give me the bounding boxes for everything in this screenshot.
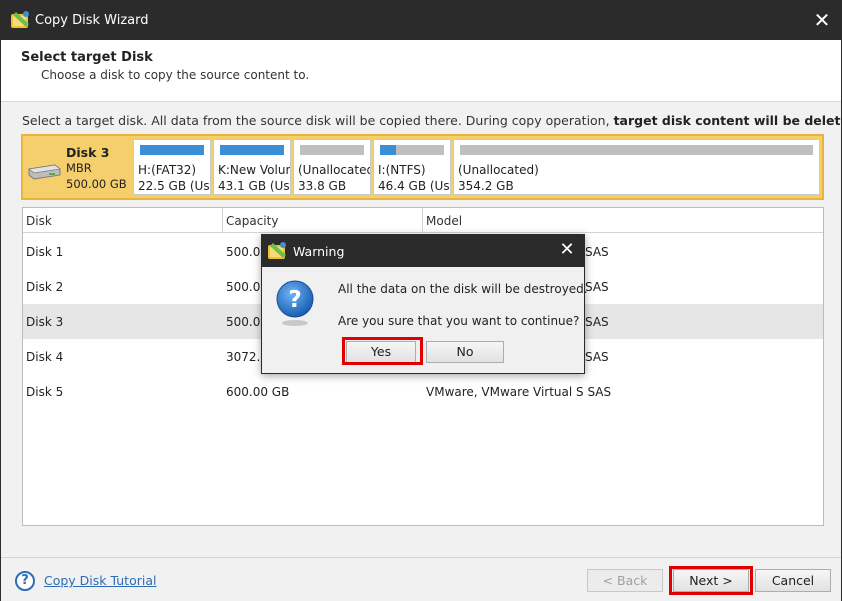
app-logo-icon xyxy=(268,242,286,259)
hard-disk-icon xyxy=(28,164,61,180)
column-header-capacity[interactable]: Capacity xyxy=(226,214,278,228)
svg-text:?: ? xyxy=(288,287,301,313)
copy-disk-tutorial-link[interactable]: Copy Disk Tutorial xyxy=(44,573,156,588)
dialog-title: Warning xyxy=(293,244,345,259)
partition-size: 46.4 GB (Used xyxy=(378,179,450,193)
partition-usage-bar xyxy=(140,145,204,155)
column-header-model[interactable]: Model xyxy=(426,214,462,228)
cell-capacity: 500.0 xyxy=(226,245,261,259)
column-divider[interactable] xyxy=(422,208,423,233)
dialog-title-bar: Warning ✕ xyxy=(262,235,584,267)
cancel-button[interactable]: Cancel xyxy=(755,569,831,592)
app-logo-icon xyxy=(11,11,29,28)
dialog-question: Are you sure that you want to continue? xyxy=(338,314,580,328)
instruction-main: Select a target disk. All data from the … xyxy=(22,113,610,128)
partition-size: 22.5 GB (Used xyxy=(138,179,210,193)
partition-label: I:(NTFS) xyxy=(378,163,426,177)
close-icon[interactable]: ✕ xyxy=(811,9,833,31)
dialog-close-icon[interactable]: ✕ xyxy=(556,239,578,261)
partition-usage-bar xyxy=(220,145,284,155)
partition-usage-bar xyxy=(380,145,444,155)
partition-unallocated-1[interactable]: (Unallocated) 33.8 GB xyxy=(293,139,371,195)
disk-size: 500.00 GB xyxy=(66,177,127,191)
cell-disk: Disk 4 xyxy=(26,350,64,364)
title-bar: Copy Disk Wizard ✕ xyxy=(1,1,841,40)
cell-disk: Disk 1 xyxy=(26,245,64,259)
page-subtitle: Choose a disk to copy the source content… xyxy=(41,68,310,82)
cell-capacity: 500.0 xyxy=(226,315,261,329)
table-header: Disk Capacity Model xyxy=(23,208,823,233)
next-highlight-box xyxy=(669,566,753,595)
partition-size: 43.1 GB (Used xyxy=(218,179,290,193)
cell-disk: Disk 2 xyxy=(26,280,64,294)
question-icon: ? xyxy=(276,280,314,326)
warning-dialog: Warning ✕ ? All the data on the disk wil… xyxy=(261,234,588,374)
partition-label: H:(FAT32) xyxy=(138,163,197,177)
partition-i-ntfs[interactable]: I:(NTFS) 46.4 GB (Used xyxy=(373,139,451,195)
cell-disk: Disk 5 xyxy=(26,385,64,399)
partition-usage-bar xyxy=(300,145,364,155)
wizard-header: Select target Disk Choose a disk to copy… xyxy=(1,40,841,102)
cell-model: SAS xyxy=(585,350,609,364)
copy-disk-wizard-window: Copy Disk Wizard ✕ Select target Disk Ch… xyxy=(0,0,842,601)
usage-fill xyxy=(220,145,284,155)
disk-info: Disk 3 MBR 500.00 GB xyxy=(26,139,132,195)
partition-h-fat32[interactable]: H:(FAT32) 22.5 GB (Used xyxy=(133,139,211,195)
page-title: Select target Disk xyxy=(21,50,153,65)
back-button[interactable]: < Back xyxy=(587,569,663,592)
partition-label: (Unallocated) xyxy=(298,163,371,177)
yes-highlight-box xyxy=(342,337,423,365)
cell-capacity: 3072. xyxy=(226,350,261,364)
wizard-footer: ? Copy Disk Tutorial < Back Next > Cance… xyxy=(1,557,841,601)
partition-label: K:New Volume xyxy=(218,163,290,177)
column-divider[interactable] xyxy=(222,208,223,233)
partition-usage-bar xyxy=(460,145,813,155)
usage-fill xyxy=(140,145,204,155)
column-header-disk[interactable]: Disk xyxy=(26,214,52,228)
usage-fill xyxy=(380,145,396,155)
instruction-text: Select a target disk. All data from the … xyxy=(22,113,842,128)
help-icon[interactable]: ? xyxy=(15,571,35,591)
cell-capacity: 500.0 xyxy=(226,280,261,294)
cell-model: VMware, VMware Virtual S SAS xyxy=(426,385,612,399)
partition-k-new-volume[interactable]: K:New Volume 43.1 GB (Used xyxy=(213,139,291,195)
dialog-message: All the data on the disk will be destroy… xyxy=(338,282,588,296)
instruction-warning: target disk content will be deleted xyxy=(613,113,842,128)
disk-type: MBR xyxy=(66,161,92,175)
partition-unallocated-2[interactable]: (Unallocated) 354.2 GB xyxy=(453,139,820,195)
partition-label: (Unallocated) xyxy=(458,163,539,177)
cell-model: SAS xyxy=(585,280,609,294)
cell-model: SAS xyxy=(585,315,609,329)
selected-disk-map[interactable]: Disk 3 MBR 500.00 GB H:(FAT32) 22.5 GB (… xyxy=(21,134,824,200)
partition-size: 33.8 GB xyxy=(298,179,347,193)
cell-disk: Disk 3 xyxy=(26,315,64,329)
no-button[interactable]: No xyxy=(426,341,504,363)
cell-model: SAS xyxy=(585,245,609,259)
cell-capacity: 600.00 GB xyxy=(226,385,290,399)
partition-size: 354.2 GB xyxy=(458,179,514,193)
disk-name: Disk 3 xyxy=(66,145,110,160)
window-title: Copy Disk Wizard xyxy=(35,13,149,28)
table-row[interactable]: Disk 5 600.00 GB VMware, VMware Virtual … xyxy=(23,374,823,409)
